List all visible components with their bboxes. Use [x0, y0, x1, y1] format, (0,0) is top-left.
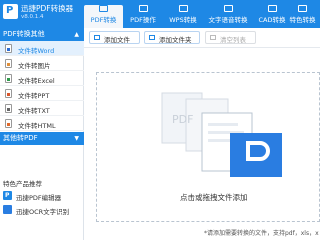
sidebar-item-label: 文件转TXT — [18, 107, 50, 115]
chevron-up-icon: ▲ — [74, 31, 79, 38]
clear-list-button[interactable]: 清空列表 — [205, 31, 256, 44]
tab-special-convert[interactable]: 特色转换 — [285, 5, 320, 28]
sidebar-item-label: 文件转Excel — [18, 77, 55, 85]
pdf-convert-icon — [99, 5, 108, 12]
pdf-operate-icon — [138, 5, 148, 12]
ppt-file-icon — [5, 89, 12, 98]
sidebar-item-label: 文件转PPT — [18, 92, 50, 100]
tab-wps-convert[interactable]: WPS转换 — [164, 5, 202, 28]
sidebar-group-label: 其他转PDF — [3, 134, 38, 142]
word-file-icon — [5, 44, 12, 53]
folder-icon — [149, 35, 155, 40]
icon-band — [7, 123, 10, 126]
tab-label: 文字语音转换 — [208, 16, 248, 24]
sidebar-item-to-ppt[interactable]: 文件转PPT — [0, 86, 84, 101]
trash-icon — [210, 35, 216, 40]
add-file-label: 添加文件 — [104, 36, 130, 44]
app-version: v8.0.1.4 — [21, 14, 44, 20]
sidebar-group-pdf-to-other[interactable]: PDF转换其他 ▲ — [0, 28, 84, 41]
excel-file-icon — [5, 74, 12, 83]
product-pdf-editor[interactable]: P 迅捷PDF编辑器 — [3, 191, 83, 202]
toolbar: 添加文件 添加文件夹 清空列表 — [84, 28, 320, 48]
sidebar-item-to-excel[interactable]: 文件转Excel — [0, 71, 84, 86]
drop-hint-text: 点击或拖拽文件添加 — [180, 193, 248, 202]
documents-illustration-icon: PDF — [161, 92, 282, 177]
clear-list-label: 清空列表 — [220, 36, 246, 44]
icon-band — [7, 63, 10, 66]
app-logo-letter: P — [6, 5, 14, 16]
sidebar-item-to-html[interactable]: 文件转HTML — [0, 116, 84, 131]
tab-label: PDF操作 — [130, 16, 156, 24]
sidebar-item-label: 文件转图片 — [18, 62, 51, 70]
sidebar: PDF转换其他 ▲ 文件转Word 文件转图片 文件转Excel 文件转PPT … — [0, 28, 84, 240]
app-logo-letter: P — [5, 192, 10, 199]
tab-text-speech[interactable]: 文字语音转换 — [203, 5, 253, 28]
image-file-icon — [5, 59, 12, 68]
tab-pdf-convert[interactable]: PDF转换 — [84, 5, 123, 28]
sidebar-group-label: PDF转换其他 — [3, 30, 45, 38]
main-panel: 添加文件 添加文件夹 清空列表 PDF 点击或拖拽文件添加 *请添加需要转换的文… — [84, 28, 320, 240]
product-ocr[interactable]: 迅捷OCR文字识别 — [3, 205, 83, 216]
special-convert-icon — [298, 5, 307, 12]
product-label: 迅捷PDF编辑器 — [16, 194, 62, 202]
pdf-badge — [230, 133, 282, 177]
icon-band — [7, 108, 10, 111]
app-title: 迅捷PDF转换器 — [21, 4, 74, 13]
ocr-icon — [3, 205, 12, 214]
sidebar-item-to-txt[interactable]: 文件转TXT — [0, 101, 84, 116]
sidebar-item-label: 文件转HTML — [18, 122, 56, 130]
doc-line — [208, 123, 238, 126]
wps-convert-icon — [178, 5, 188, 12]
icon-band — [7, 93, 10, 96]
cad-convert-icon — [267, 5, 277, 12]
special-products-title: 特色产品推荐 — [3, 180, 42, 188]
add-file-button[interactable]: 添加文件 — [89, 31, 140, 44]
tab-label: WPS转换 — [169, 16, 197, 24]
add-folder-label: 添加文件夹 — [159, 36, 192, 44]
txt-file-icon — [5, 104, 12, 113]
sidebar-item-to-image[interactable]: 文件转图片 — [0, 56, 84, 71]
add-folder-button[interactable]: 添加文件夹 — [144, 31, 200, 44]
doc-back-pdf-tag: PDF — [172, 113, 193, 126]
app-logo-icon: P — [3, 4, 18, 19]
tab-pdf-operate[interactable]: PDF操作 — [124, 5, 162, 28]
html-file-icon — [5, 119, 12, 128]
pdf-editor-icon: P — [3, 191, 12, 200]
product-label: 迅捷OCR文字识别 — [16, 208, 70, 216]
title-bar: P 迅捷PDF转换器 v8.0.1.4 PDF转换 PDF操作 WPS转换 文字… — [0, 0, 320, 28]
sidebar-item-label: 文件转Word — [18, 47, 55, 55]
icon-band — [7, 78, 10, 81]
text-speech-icon — [223, 5, 233, 12]
sidebar-item-to-word[interactable]: 文件转Word — [0, 41, 84, 56]
chevron-down-icon: ▼ — [74, 135, 79, 142]
supported-formats-note: *请添加需要转换的文件，支持pdf，xls，x — [204, 230, 319, 237]
tab-label: PDF转换 — [90, 16, 117, 24]
file-drop-zone[interactable]: PDF 点击或拖拽文件添加 — [96, 72, 320, 222]
icon-band — [7, 48, 10, 51]
tab-label: 特色转换 — [289, 16, 316, 24]
add-file-icon — [94, 35, 100, 40]
sidebar-group-other-to-pdf[interactable]: 其他转PDF ▼ — [0, 132, 84, 145]
app-brand: P 迅捷PDF转换器 v8.0.1.4 — [0, 0, 84, 28]
